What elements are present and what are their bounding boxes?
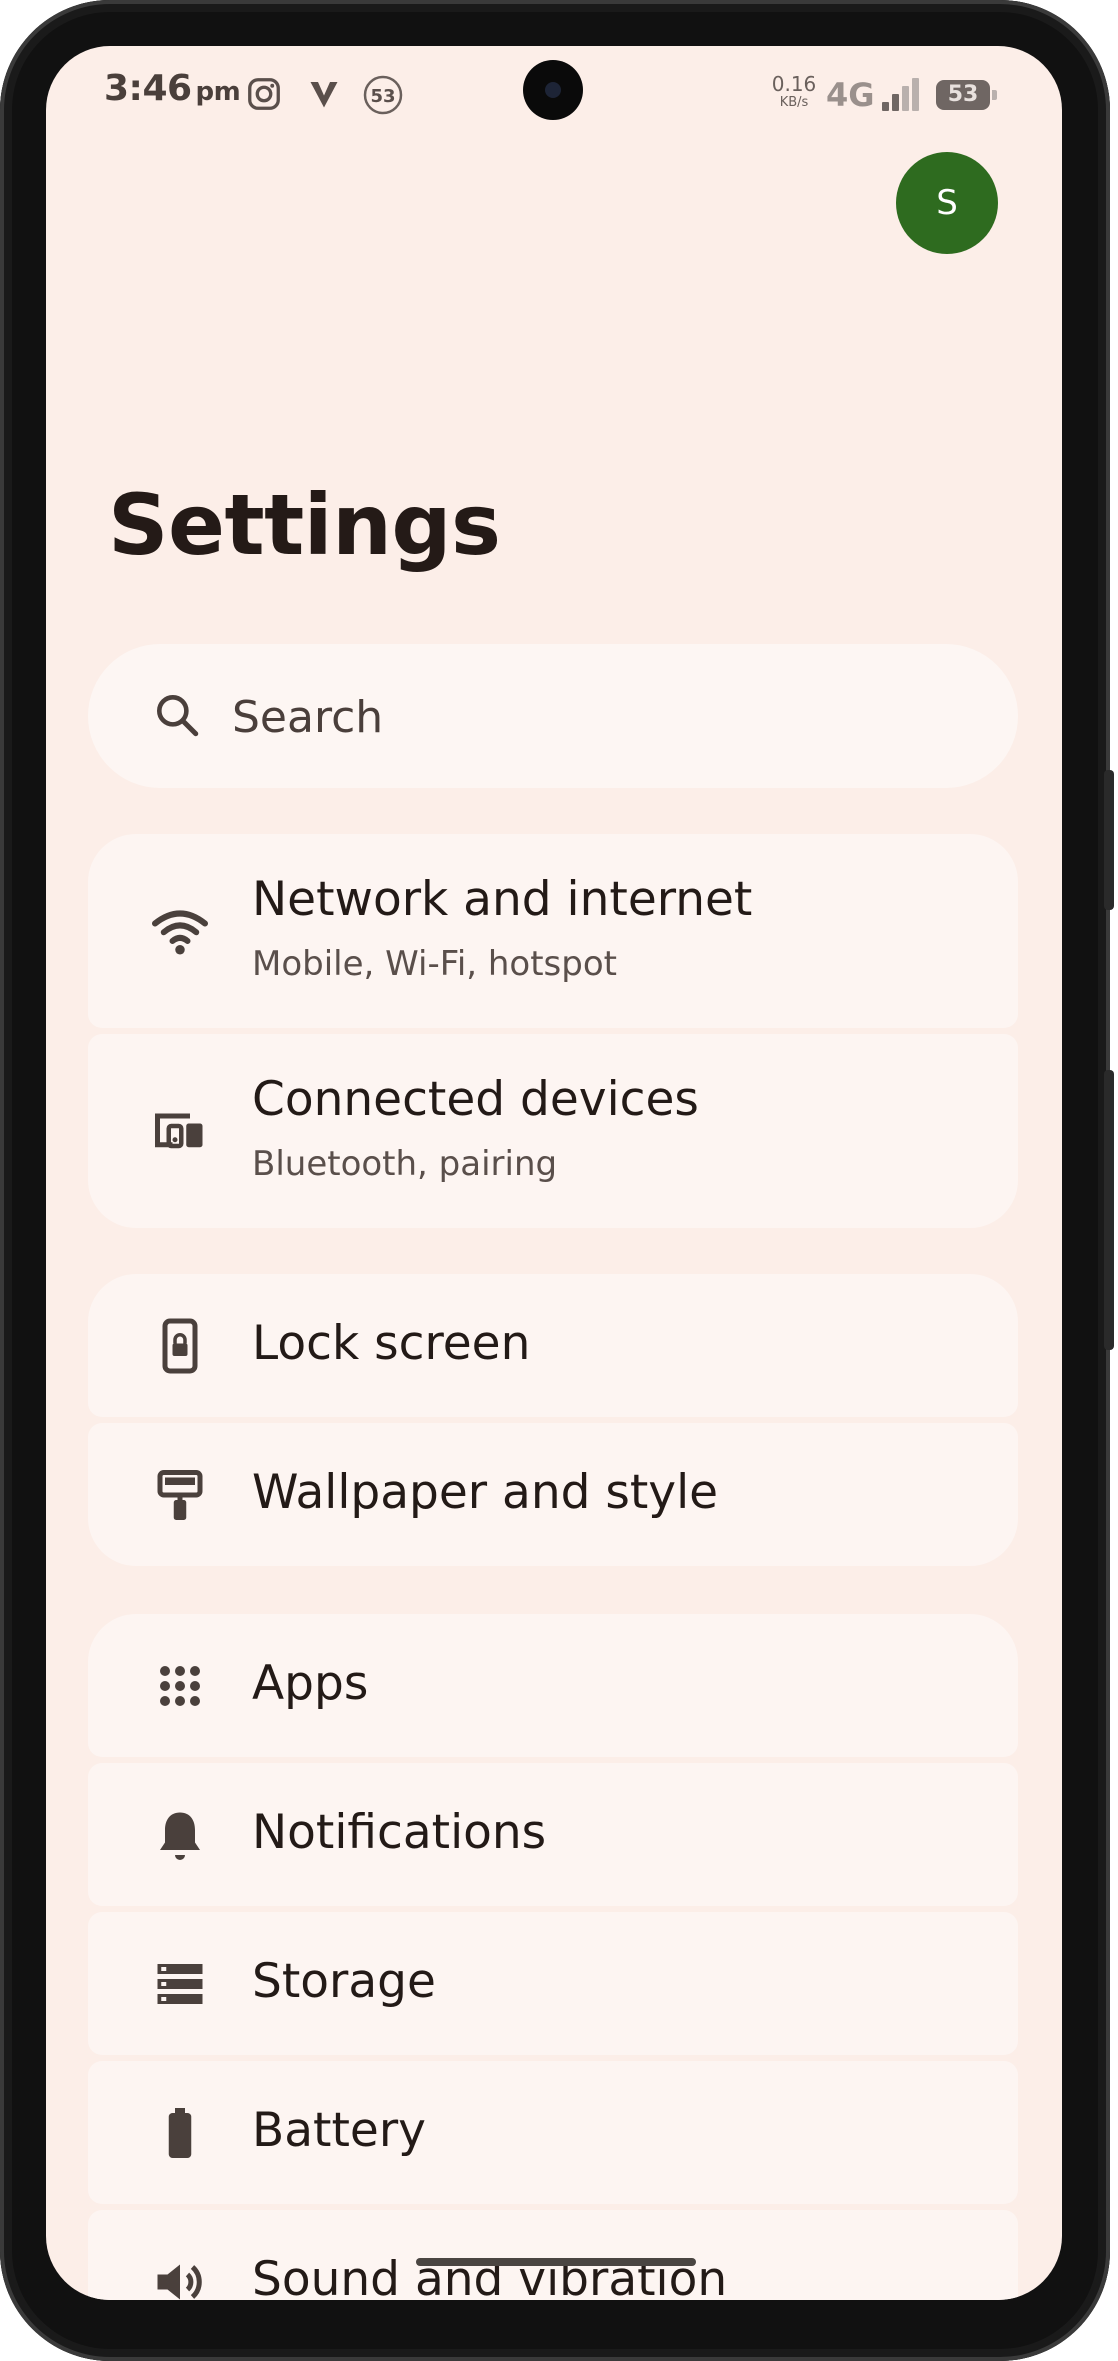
profile-avatar[interactable]: S — [896, 152, 998, 254]
signal-icon — [880, 76, 922, 116]
settings-item-notifications[interactable]: Notifications — [88, 1763, 1018, 1906]
bell-icon — [150, 1805, 210, 1865]
settings-item-storage[interactable]: Storage — [88, 1912, 1018, 2055]
battery-icon — [150, 2103, 210, 2163]
network-speed: 0.16 KB/s — [764, 74, 824, 109]
settings-item-title: Apps — [252, 1656, 369, 1711]
devices-icon — [150, 1101, 210, 1161]
home-gesture-bar[interactable] — [416, 2258, 696, 2266]
settings-item-title: Battery — [252, 2103, 426, 2158]
status-time: 3:46 pm — [104, 68, 241, 109]
clock-time: 3:46 — [104, 68, 192, 109]
search-input[interactable] — [230, 686, 934, 748]
network-speed-unit: KB/s — [779, 95, 809, 110]
settings-group-display: Lock screen Wallpaper and style — [88, 1274, 1018, 1566]
settings-item-title: Wallpaper and style — [252, 1465, 719, 1520]
front-camera — [523, 60, 583, 120]
lock-screen-icon — [150, 1316, 210, 1376]
settings-item-title: Network and internet — [252, 872, 753, 927]
power-button — [1104, 1070, 1114, 1350]
settings-item-apps[interactable]: Apps — [88, 1614, 1018, 1757]
settings-item-subtitle: Bluetooth, pairing — [252, 1144, 558, 1184]
settings-group-connectivity: Network and internet Mobile, Wi-Fi, hots… — [88, 834, 1018, 1228]
instagram-icon — [246, 76, 282, 116]
settings-item-lock-screen[interactable]: Lock screen — [88, 1274, 1018, 1417]
volume-button — [1104, 770, 1114, 910]
clock-ampm: pm — [195, 77, 241, 107]
battery-indicator: 53 — [936, 80, 997, 110]
search-icon — [152, 690, 202, 744]
status-bar: 3:46 pm 53 0.16 KB/s 4G 53 — [46, 46, 1062, 142]
settings-group-system: Apps Notifications Storage Battery Sound… — [88, 1614, 1018, 2300]
search-bar[interactable] — [88, 644, 1018, 788]
settings-item-title: Connected devices — [252, 1072, 699, 1127]
page-title: Settings — [108, 476, 501, 574]
network-type: 4G — [826, 76, 875, 114]
storage-icon — [150, 1954, 210, 2014]
settings-item-sound[interactable]: Sound and vibration — [88, 2210, 1018, 2300]
notification-count: 53 — [370, 86, 395, 107]
settings-item-wallpaper[interactable]: Wallpaper and style — [88, 1423, 1018, 1566]
wifi-icon — [150, 901, 210, 961]
apps-grid-icon — [150, 1656, 210, 1716]
settings-item-connected-devices[interactable]: Connected devices Bluetooth, pairing — [88, 1034, 1018, 1228]
settings-item-title: Notifications — [252, 1805, 547, 1860]
paint-roller-icon — [150, 1465, 210, 1525]
screen: 3:46 pm 53 0.16 KB/s 4G 53 S Settings Se… — [46, 46, 1062, 2300]
settings-item-battery[interactable]: Battery — [88, 2061, 1018, 2204]
network-speed-value: 0.16 — [771, 72, 817, 96]
settings-item-title: Storage — [252, 1954, 436, 2009]
notification-count-icon: 53 — [362, 74, 404, 120]
v-app-icon — [306, 76, 342, 116]
settings-item-subtitle: Mobile, Wi-Fi, hotspot — [252, 944, 617, 984]
speaker-icon — [150, 2252, 210, 2301]
settings-item-title: Lock screen — [252, 1316, 531, 1371]
settings-item-network[interactable]: Network and internet Mobile, Wi-Fi, hots… — [88, 834, 1018, 1028]
